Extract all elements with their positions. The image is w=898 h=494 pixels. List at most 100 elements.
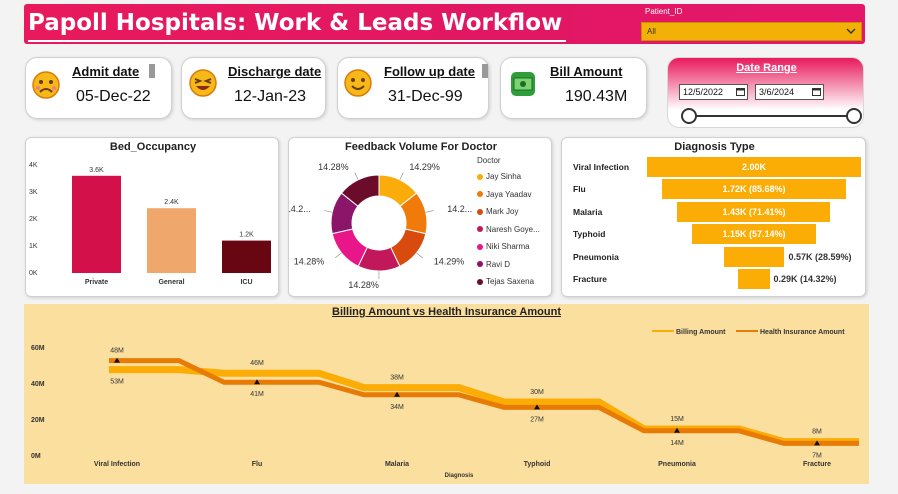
sad-face-icon <box>32 71 60 99</box>
legend-label: Mark Joy <box>486 207 519 216</box>
legend-item[interactable]: Niki Sharma <box>477 242 530 251</box>
data-label: 1.2K <box>239 232 254 239</box>
x-tick-label: Typhoid <box>524 461 551 468</box>
legend-label: Jay Sinha <box>486 172 522 181</box>
x-tick-label: Private <box>85 279 108 286</box>
x-tick-label: Fracture <box>803 461 831 468</box>
billing-data-label: 15M <box>670 416 684 423</box>
dashboard: Papoll Hospitals: Work & Leads Workflow … <box>0 0 898 494</box>
y-tick-label: 1K <box>29 243 38 250</box>
legend-color-dot <box>477 208 483 215</box>
leader-line <box>425 210 434 213</box>
billing-data-label: 38M <box>390 375 404 382</box>
funnel-category-label: Viral Infection <box>573 162 630 172</box>
insurance-data-label: 34M <box>390 404 404 411</box>
date-range-title: Date Range <box>736 62 797 74</box>
bar <box>72 175 121 273</box>
diagnosis-panel: Diagnosis Type Viral Infection 2.00K Flu 1.… <box>561 137 866 297</box>
leader-line <box>335 252 342 259</box>
date-slider-end-handle[interactable] <box>846 108 862 124</box>
funnel-category-label: Fracture <box>573 274 608 284</box>
legend-label: Billing Amount <box>676 329 726 336</box>
legend-item[interactable]: Jaya Yaadav <box>477 190 532 199</box>
data-label: 2.4K <box>164 199 179 206</box>
kpi-card-follow-up: Follow up date 31-Dec-99 <box>337 57 489 119</box>
legend-color-dot <box>477 191 483 198</box>
kpi-label: Discharge date <box>228 64 322 79</box>
x-tick-label: General <box>158 279 184 286</box>
legend-label: Ravi D <box>486 259 511 269</box>
smile-face-icon <box>344 69 372 97</box>
funnel-category-label: Flu <box>573 184 586 195</box>
legend-label: Health Insurance Amount <box>760 329 845 336</box>
feedback-panel: Feedback Volume For Doctor 14.29% 14.2...… <box>288 137 552 297</box>
kpi-label: Follow up date <box>384 64 475 79</box>
kpi-label: Admit date <box>72 64 140 79</box>
funnel-category-label: Pneumonia <box>573 251 619 262</box>
billing-data-label: 46M <box>250 360 264 367</box>
x-tick-label: ICU <box>240 279 252 286</box>
end-date-value: 3/6/2024 <box>759 87 795 97</box>
billing-data-label: 30M <box>530 389 544 396</box>
legend-item[interactable]: Naresh Goye... <box>477 225 540 234</box>
legend-color-dot <box>477 173 483 180</box>
legend-label: Tejas Saxena <box>486 277 535 286</box>
scrollbar[interactable] <box>149 64 155 78</box>
slice-label: 14.29% <box>409 162 440 172</box>
end-date-input[interactable]: 3/6/2024 <box>755 84 824 100</box>
legend-label: Naresh Goye... <box>486 224 540 234</box>
legend-color-dot <box>477 243 483 250</box>
billing-data-label: 48M <box>110 348 124 355</box>
y-tick-label: 3K <box>29 189 38 196</box>
date-slider-start-handle[interactable] <box>681 108 697 124</box>
insurance-data-label: 27M <box>530 416 544 423</box>
y-tick-label: 20M <box>31 417 45 424</box>
funnel-value-label: 2.00K <box>741 162 767 172</box>
date-range-slicer: Date Range 12/5/2022 3/6/2024 <box>667 57 864 128</box>
insurance-data-label: 14M <box>670 440 684 447</box>
chevron-down-icon <box>846 28 856 34</box>
legend-color-dot <box>477 226 483 233</box>
insurance-data-label: 41M <box>250 391 264 398</box>
funnel-category-label: Typhoid <box>573 229 606 240</box>
header-banner: Papoll Hospitals: Work & Leads Workflow … <box>24 4 865 44</box>
kpi-value: 31-Dec-99 <box>388 88 463 105</box>
patient-filter-value: All <box>647 27 656 36</box>
legend-color-dot <box>477 278 483 285</box>
slice-label: 14.28% <box>348 280 379 290</box>
data-label: 3.6K <box>89 167 104 174</box>
funnel-bar[interactable] <box>738 269 770 289</box>
legend-title: Doctor <box>477 156 501 165</box>
slice-label: 14.28% <box>318 162 349 172</box>
y-tick-label: 0K <box>29 270 38 277</box>
feedback-donut-chart: 14.29% 14.2... 14.29% 14.28% 14.28% 14.2... 14… <box>289 162 472 290</box>
legend-item[interactable]: Mark Joy <box>477 207 518 216</box>
funnel-bar[interactable] <box>723 246 785 267</box>
slice-label: 14.2... <box>447 204 472 214</box>
patient-filter-label: Patient_ID <box>645 7 683 16</box>
money-icon <box>511 72 535 96</box>
insurance-data-label: 53M <box>110 379 124 386</box>
start-date-input[interactable]: 12/5/2022 <box>679 84 748 100</box>
calendar-icon[interactable] <box>736 87 745 96</box>
y-tick-label: 0M <box>31 453 41 460</box>
x-tick-label: Flu <box>252 461 263 468</box>
date-slider-track[interactable] <box>689 115 854 117</box>
leader-line <box>416 252 423 259</box>
funnel-value-label: 1.15K (57.14%) <box>722 229 786 240</box>
funnel-value-label: 1.72K (85.68%) <box>722 184 786 195</box>
legend-color-dot <box>477 261 483 268</box>
y-tick-label: 60M <box>31 345 45 352</box>
x-axis-title: Diagnosis <box>445 473 474 479</box>
funnel-value-label: 0.57K (28.59%) <box>788 251 852 262</box>
legend-item[interactable]: Jay Sinha <box>477 172 521 181</box>
patient-filter-dropdown[interactable]: All <box>641 22 862 41</box>
bed-occupancy-panel: Bed_Occupancy 0K 1K 2K 3K 4K 3.6K Private 2.4K G… <box>25 137 279 297</box>
x-tick-label: Viral Infection <box>94 461 140 468</box>
y-tick-label: 4K <box>29 162 38 169</box>
calendar-icon[interactable] <box>812 87 821 96</box>
legend-item[interactable]: Tejas Saxena <box>477 277 534 286</box>
legend-item[interactable]: Ravi D <box>477 260 510 269</box>
kpi-value: 190.43M <box>565 88 628 105</box>
scrollbar[interactable] <box>482 64 488 78</box>
